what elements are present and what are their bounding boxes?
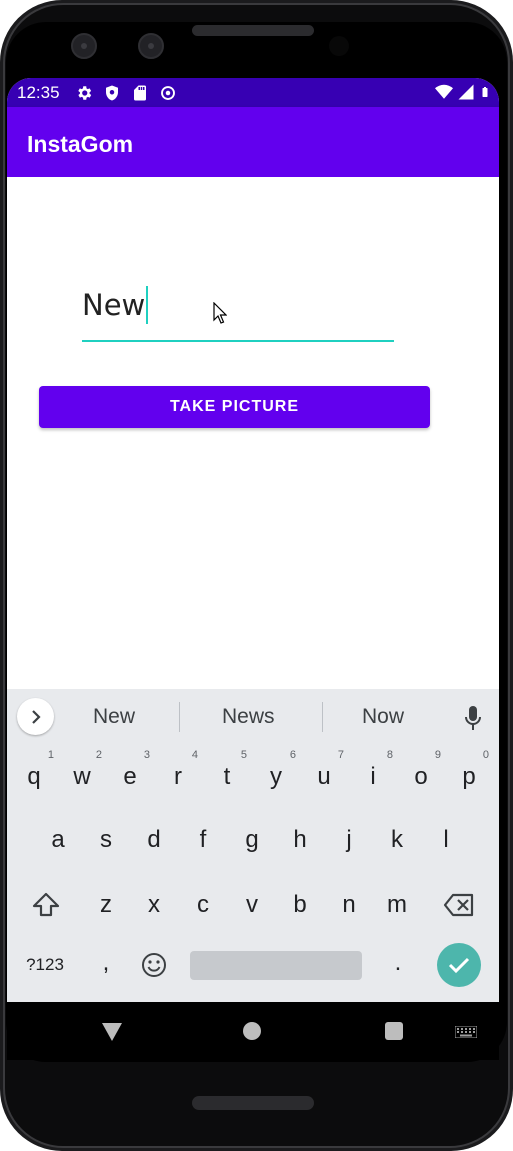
chevron-right-icon <box>31 709 41 724</box>
main-content: New TAKE PICTURE <box>7 177 499 690</box>
key-a[interactable]: a <box>38 820 78 860</box>
key-e[interactable]: e3 <box>110 749 150 797</box>
key-f[interactable]: f <box>183 820 223 860</box>
top-speaker <box>192 25 314 36</box>
key-v[interactable]: v <box>232 885 272 925</box>
backspace-key[interactable] <box>439 885 479 925</box>
suggestion-2[interactable]: News <box>222 705 275 729</box>
suggestion-3[interactable]: Now <box>362 705 404 729</box>
keyboard-expand-button[interactable] <box>17 698 54 735</box>
sync-icon <box>161 86 175 100</box>
text-caret <box>146 286 149 324</box>
key-n[interactable]: n <box>329 885 369 925</box>
sd-card-icon <box>134 85 146 101</box>
key-j[interactable]: j <box>329 820 369 860</box>
battery-icon <box>482 87 488 97</box>
device-screen: 12:35 InstaGom New TAKE PICTURE New News… <box>7 78 499 1002</box>
key-x[interactable]: x <box>134 885 174 925</box>
key-w[interactable]: w2 <box>62 749 102 797</box>
key-l[interactable]: l <box>426 820 466 860</box>
shield-icon <box>106 85 118 101</box>
notification-icons <box>75 84 177 102</box>
key-q[interactable]: q1 <box>14 749 54 797</box>
keyboard-switch-icon[interactable] <box>455 1026 477 1038</box>
front-camera-icon <box>138 33 164 59</box>
microphone-icon[interactable] <box>465 705 481 731</box>
system-icons <box>435 83 491 101</box>
key-h[interactable]: h <box>280 820 320 860</box>
home-icon[interactable] <box>243 1022 261 1040</box>
space-bar[interactable] <box>190 951 362 980</box>
key-c[interactable]: c <box>183 885 223 925</box>
key-r[interactable]: r4 <box>158 749 198 797</box>
navigation-bar <box>7 1002 499 1060</box>
emoji-icon <box>142 953 166 977</box>
comma-key[interactable]: , <box>86 943 126 983</box>
key-y[interactable]: y6 <box>256 749 296 797</box>
wifi-icon <box>435 84 453 99</box>
key-u[interactable]: u7 <box>304 749 344 797</box>
key-t[interactable]: t5 <box>207 749 247 797</box>
status-bar: 12:35 <box>7 78 499 107</box>
back-icon[interactable] <box>101 1022 123 1042</box>
app-bar: InstaGom <box>7 107 499 177</box>
bottom-speaker <box>192 1096 314 1110</box>
proximity-sensor <box>329 36 349 56</box>
done-key[interactable] <box>437 943 481 987</box>
emoji-key[interactable] <box>134 945 174 985</box>
suggestion-1[interactable]: New <box>93 705 135 729</box>
input-value: New <box>82 286 149 324</box>
suggestion-strip: New News Now <box>7 689 499 744</box>
key-z[interactable]: z <box>86 885 126 925</box>
key-g[interactable]: g <box>232 820 272 860</box>
key-o[interactable]: o9 <box>401 749 441 797</box>
symbols-key[interactable]: ?123 <box>20 945 70 985</box>
description-input[interactable]: New <box>82 282 394 342</box>
front-camera-icon <box>71 33 97 59</box>
mouse-pointer-icon <box>213 302 227 324</box>
period-key[interactable]: . <box>378 943 418 983</box>
app-title: InstaGom <box>27 131 134 157</box>
backspace-icon <box>443 893 474 917</box>
key-k[interactable]: k <box>377 820 417 860</box>
key-b[interactable]: b <box>280 885 320 925</box>
key-s[interactable]: s <box>86 820 126 860</box>
take-picture-button[interactable]: TAKE PICTURE <box>39 386 430 428</box>
signal-icon <box>458 84 474 100</box>
soft-keyboard: New News Now q1 w2 e3 r4 t5 y6 u7 i8 o9 … <box>7 689 499 1002</box>
suggestion-divider <box>322 702 323 732</box>
check-icon <box>448 957 470 974</box>
key-p[interactable]: p0 <box>449 749 489 797</box>
settings-icon <box>78 86 92 100</box>
key-d[interactable]: d <box>134 820 174 860</box>
shift-key[interactable] <box>26 885 66 925</box>
key-i[interactable]: i8 <box>353 749 393 797</box>
recents-icon[interactable] <box>385 1022 403 1040</box>
key-m[interactable]: m <box>377 885 417 925</box>
status-time: 12:35 <box>17 83 60 102</box>
shift-icon <box>32 892 60 917</box>
suggestion-divider <box>179 702 180 732</box>
